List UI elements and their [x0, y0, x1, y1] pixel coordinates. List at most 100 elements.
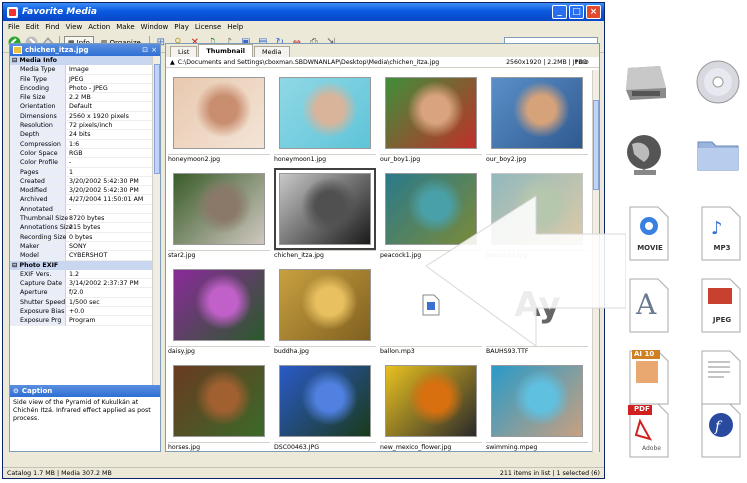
property-name: Exposure Prg — [10, 316, 66, 326]
menu-find[interactable]: Find — [42, 23, 62, 31]
left-arrow-graphic — [426, 196, 626, 347]
pin-icon[interactable]: ⊡ — [142, 46, 148, 54]
ai-file-icon: AI 10 — [628, 350, 676, 408]
thumbnail-item[interactable]: honeymoon1.jpg — [272, 70, 378, 166]
property-value: +0.0 — [66, 307, 160, 317]
thumbnail-item[interactable]: our_boy2.jpg — [484, 70, 590, 166]
thumbnail-item[interactable]: DSC00463.JPG — [272, 358, 378, 454]
property-row[interactable]: Shutter Speed 1/500 sec — [10, 297, 160, 308]
property-row[interactable]: Color Profile - — [10, 158, 160, 168]
thumbnail-item[interactable]: chichen_itza.jpg — [272, 166, 378, 262]
folder-icon — [694, 130, 742, 188]
close-icon[interactable]: × — [151, 46, 157, 54]
property-row[interactable]: Exposure Bias +0.0 — [10, 307, 160, 317]
collapse-icon[interactable]: ⊝ — [13, 387, 19, 395]
caption-text[interactable]: Side view of the Pyramid of Kukulkán at … — [10, 397, 160, 425]
property-name: Orientation — [10, 102, 66, 112]
menu-license[interactable]: License — [192, 23, 224, 31]
thumbnail-item[interactable]: honeymoon2.jpg — [166, 70, 272, 166]
thumbnail-item[interactable]: new_mexico_flower.jpg — [378, 358, 484, 454]
property-row[interactable]: Modified 3/20/2002 5:42:30 PM — [10, 186, 160, 196]
hard-disk-icon — [622, 58, 670, 116]
menu-edit[interactable]: Edit — [23, 23, 43, 31]
tab-media[interactable]: Media — [253, 46, 290, 57]
thumbnail-image — [274, 168, 376, 250]
property-value: 2.2 MB — [66, 93, 160, 103]
menu-make[interactable]: Make — [113, 23, 137, 31]
thumbnail-image — [276, 74, 374, 152]
property-row[interactable]: Dimensions 2560 x 1920 pixels — [10, 111, 160, 122]
thumbnail-label: honeymoon2.jpg — [168, 154, 270, 164]
thumbnail-item[interactable]: horses.jpg — [166, 358, 272, 454]
section-header[interactable]: ⊟ Photo EXIF — [10, 260, 160, 270]
property-row[interactable]: File Size 2.2 MB — [10, 93, 160, 103]
thumbnail-item[interactable]: swimming.mpeg — [484, 358, 590, 454]
folder-up-icon[interactable]: ▲ — [170, 59, 175, 66]
flash-file-icon: f — [700, 403, 747, 461]
property-row[interactable]: Compression 1:6 — [10, 139, 160, 149]
property-row[interactable]: Archived 4/27/2004 11:50:01 AM — [10, 195, 160, 205]
section-header[interactable]: ⊟ Media Info — [10, 56, 160, 66]
property-row[interactable]: Annotated - — [10, 204, 160, 215]
menu-play[interactable]: Play — [171, 23, 192, 31]
app-icon — [7, 6, 18, 18]
thumbnail-label: new_mexico_flower.jpg — [380, 442, 482, 452]
property-row[interactable]: Resolution 72 pixels/inch — [10, 121, 160, 131]
globe-icon — [622, 130, 670, 188]
close-button[interactable]: × — [586, 5, 601, 19]
property-row[interactable]: Aperture f/2.0 — [10, 288, 160, 298]
property-row[interactable]: Media Type Image — [10, 65, 160, 75]
tab-list[interactable]: List — [170, 46, 198, 57]
title-bar[interactable]: Favorite Media _ □ × — [3, 3, 604, 21]
property-row[interactable]: Model CYBERSHOT — [10, 251, 160, 261]
property-row[interactable]: Recording Size 0 bytes — [10, 232, 160, 242]
property-value: 1.2 — [66, 270, 160, 280]
path-bar: ▲ C:\Documents and Settings\cboxman.SBDW… — [166, 57, 599, 68]
panel-header-buttons: ⊡ × — [142, 46, 160, 54]
property-row[interactable]: Created 3/20/2002 5:42:30 PM — [10, 176, 160, 187]
property-value: 3/14/2002 2:37:37 PM — [66, 279, 160, 289]
movie-file-icon: MOVIE — [628, 206, 676, 264]
tab-thumbnail[interactable]: Thumbnail — [198, 44, 253, 57]
property-name: Dimensions — [10, 111, 66, 122]
property-row[interactable]: Orientation Default — [10, 102, 160, 112]
jpeg-file-icon: JPEG — [700, 278, 747, 336]
property-row[interactable]: Maker SONY — [10, 241, 160, 252]
property-row[interactable]: Pages 1 — [10, 167, 160, 177]
property-row[interactable]: File Type JPEG — [10, 74, 160, 84]
thumbnail-item[interactable]: star2.jpg — [166, 166, 272, 262]
nav-icons[interactable]: ↑⊕⊘ — [573, 59, 589, 66]
property-row[interactable]: Annotations Size 215 bytes — [10, 223, 160, 233]
thumbnail-item[interactable]: buddha.jpg — [272, 262, 378, 358]
menu-help[interactable]: Help — [224, 23, 246, 31]
property-value: 3/20/2002 5:42:30 PM — [66, 177, 160, 187]
menu-view[interactable]: View — [63, 23, 86, 31]
property-name: Exposure Bias — [10, 307, 66, 317]
pdf-file-icon: PDF Adobe — [628, 403, 676, 461]
maximize-button[interactable]: □ — [569, 5, 584, 19]
properties-scrollbar[interactable] — [152, 56, 160, 385]
thumbnail-item[interactable]: our_boy1.jpg — [378, 70, 484, 166]
image-file-icon — [13, 46, 22, 54]
property-row[interactable]: EXIF Vers. 1.2 — [10, 269, 160, 280]
property-row[interactable]: Depth 24 bits — [10, 130, 160, 140]
minimize-button[interactable]: _ — [552, 5, 567, 19]
property-value: Default — [66, 102, 160, 112]
thumbnail-image — [276, 266, 374, 344]
menu-file[interactable]: File — [5, 23, 23, 31]
property-row[interactable]: Encoding Photo - JPEG — [10, 83, 160, 94]
menu-action[interactable]: Action — [85, 23, 113, 31]
section-title: ⊟ Media Info — [12, 57, 58, 64]
info-panel: chichen_itza.jpg ⊡ × ⊟ Media Info Media Ty… — [9, 43, 161, 452]
property-row[interactable]: Thumbnail Size 8720 bytes — [10, 214, 160, 224]
thumbnail-label: chichen_itza.jpg — [274, 250, 376, 260]
property-name: Modified — [10, 186, 66, 196]
property-row[interactable]: Color Space RGB — [10, 148, 160, 159]
info-panel-title: chichen_itza.jpg — [25, 46, 89, 54]
property-name: Depth — [10, 130, 66, 140]
menu-window[interactable]: Window — [138, 23, 172, 31]
property-row[interactable]: Capture Date 3/14/2002 2:37:37 PM — [10, 279, 160, 289]
property-row[interactable]: Exposure Prg Program — [10, 316, 160, 326]
property-name: Recording Size — [10, 232, 66, 242]
thumbnail-item[interactable]: daisy.jpg — [166, 262, 272, 358]
